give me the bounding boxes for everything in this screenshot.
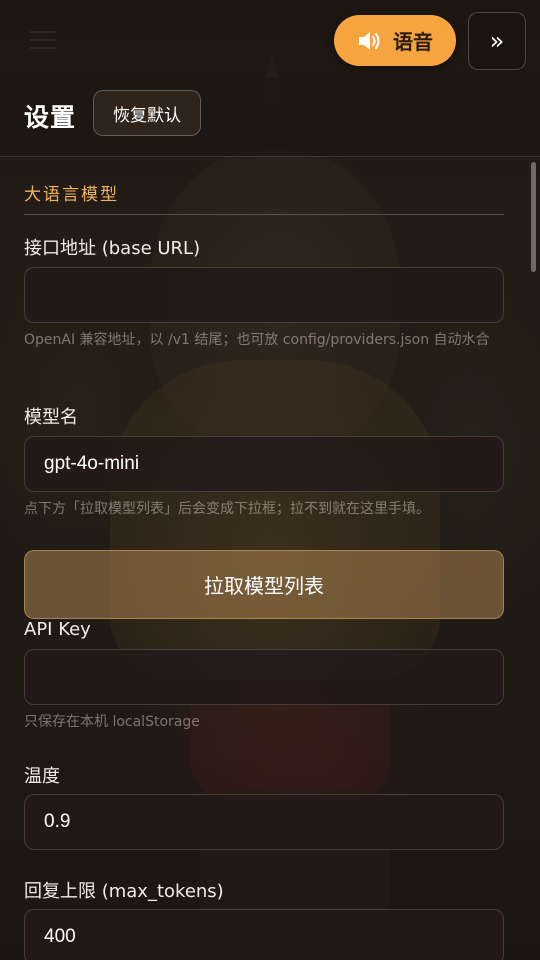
base-url-input[interactable]: [24, 267, 504, 323]
settings-title: 设置: [24, 103, 77, 132]
model-label: 模型名: [24, 407, 78, 428]
section-divider: [24, 214, 504, 215]
voice-button-label: 语音: [393, 30, 433, 54]
speaker-icon: [359, 31, 380, 50]
settings-header: 设置 恢复默认: [0, 78, 540, 157]
temperature-label: 温度: [24, 766, 60, 787]
reset-defaults-button[interactable]: 恢复默认: [93, 90, 201, 136]
api-key-input[interactable]: [24, 649, 504, 705]
section-title-llm: 大语言模型: [24, 185, 119, 205]
collapse-panel-button[interactable]: »: [468, 12, 526, 70]
max-tokens-label: 回复上限 (max_tokens): [24, 881, 224, 902]
model-hint: 点下方「拉取模型列表」后会变成下拉框；拉不到就在这里手填。: [24, 501, 430, 517]
api-key-hint: 只保存在本机 localStorage: [24, 714, 200, 730]
model-input[interactable]: gpt-4o-mini: [24, 436, 504, 492]
settings-panel: 设置 恢复默认 大语言模型 接口地址 (base URL) OpenAI 兼容地…: [0, 78, 540, 960]
base-url-hint: OpenAI 兼容地址，以 /v1 结尾；也可放 config/provider…: [24, 332, 490, 348]
max-tokens-input[interactable]: 400: [24, 909, 504, 960]
base-url-label: 接口地址 (base URL): [24, 238, 201, 259]
api-key-label: API Key: [24, 619, 91, 640]
top-bar: 语音 »: [0, 0, 540, 78]
scrollbar-thumb[interactable]: [531, 162, 536, 272]
fetch-models-button[interactable]: 拉取模型列表: [24, 550, 504, 619]
hamburger-icon[interactable]: [30, 31, 56, 49]
voice-button[interactable]: 语音: [334, 15, 456, 66]
temperature-input[interactable]: 0.9: [24, 794, 504, 850]
